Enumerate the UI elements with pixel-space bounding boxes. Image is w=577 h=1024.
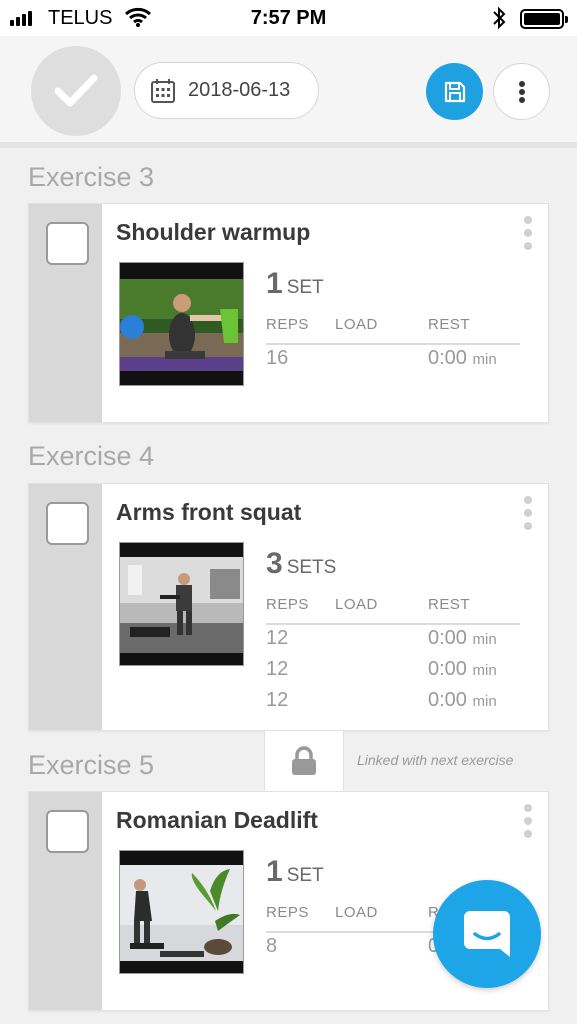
- exercise-checkbox[interactable]: [46, 222, 89, 265]
- exercise-5-heading: Exercise 5: [28, 750, 155, 780]
- reps-value: 12: [266, 658, 289, 680]
- exercise-name: Romanian Deadlift: [116, 807, 318, 833]
- reps-value: 12: [266, 689, 289, 711]
- rest-value: 0:00 min: [428, 658, 497, 680]
- load-header: LOAD: [335, 596, 378, 613]
- exercise-video-thumbnail[interactable]: [119, 542, 244, 666]
- exercise-checkbox[interactable]: [46, 502, 89, 545]
- rest-header: REST: [428, 316, 471, 333]
- chat-launcher-button[interactable]: [433, 880, 541, 988]
- chat-icon: [464, 911, 510, 957]
- calendar-icon: [151, 78, 175, 103]
- table-divider: [266, 623, 520, 625]
- save-icon: [444, 81, 465, 102]
- reps-header: REPS: [266, 316, 309, 333]
- rest-header: REST: [428, 596, 471, 613]
- set-row[interactable]: 12 0:00 min: [266, 627, 520, 657]
- rest-value: 0:00 min: [428, 627, 497, 649]
- checkmark-icon: [54, 74, 98, 107]
- set-row[interactable]: 16 0:00 min: [266, 347, 520, 377]
- lock-icon: [292, 746, 316, 775]
- load-header: LOAD: [335, 316, 378, 333]
- battery-icon: [520, 9, 568, 29]
- reps-header: REPS: [266, 904, 309, 921]
- save-button[interactable]: [426, 63, 483, 120]
- bluetooth-icon: [492, 6, 506, 35]
- exercise-card: Arms front squat 3 SETS REPS LOAD REST 12…: [28, 483, 549, 731]
- exercise-video-thumbnail[interactable]: [119, 262, 244, 386]
- sets-count: 1 SET: [266, 855, 324, 888]
- reps-value: 16: [266, 347, 289, 369]
- more-vertical-icon: [518, 80, 525, 103]
- complete-workout-button[interactable]: [31, 46, 121, 136]
- link-label: Linked with next exercise: [357, 752, 514, 768]
- exercise-checkbox[interactable]: [46, 810, 89, 853]
- status-bar: TELUS 7:57 PM: [0, 0, 577, 36]
- exercise-name: Shoulder warmup: [116, 219, 311, 245]
- reps-header: REPS: [266, 596, 309, 613]
- toolbar: 2018-06-13: [0, 36, 577, 148]
- rest-value: 0:00 min: [428, 689, 497, 711]
- link-toggle-button[interactable]: [264, 731, 344, 791]
- sets-count: 1 SET: [266, 267, 324, 300]
- exercise-menu-icon[interactable]: [522, 216, 534, 250]
- exercise-card: Shoulder warmup 1 SET REPS LOAD REST 16 0…: [28, 203, 549, 423]
- reps-value: 12: [266, 627, 289, 649]
- load-header: LOAD: [335, 904, 378, 921]
- set-row[interactable]: 12 0:00 min: [266, 658, 520, 688]
- date-label: 2018-06-13: [188, 79, 291, 101]
- reps-value: 8: [266, 935, 278, 957]
- exercise-3-heading: Exercise 3: [28, 162, 155, 192]
- exercise-4-heading: Exercise 4: [28, 441, 155, 471]
- date-picker-button[interactable]: 2018-06-13: [134, 62, 319, 119]
- exercise-name: Arms front squat: [116, 499, 302, 525]
- exercise-menu-icon[interactable]: [522, 496, 534, 530]
- exercise-video-thumbnail[interactable]: [119, 850, 244, 974]
- sets-count: 3 SETS: [266, 547, 337, 580]
- more-options-button[interactable]: [493, 63, 550, 120]
- set-row[interactable]: 12 0:00 min: [266, 689, 520, 719]
- clock: 7:57 PM: [250, 7, 327, 29]
- table-divider: [266, 343, 520, 345]
- rest-value: 0:00 min: [428, 347, 497, 369]
- exercise-menu-icon[interactable]: [522, 804, 534, 838]
